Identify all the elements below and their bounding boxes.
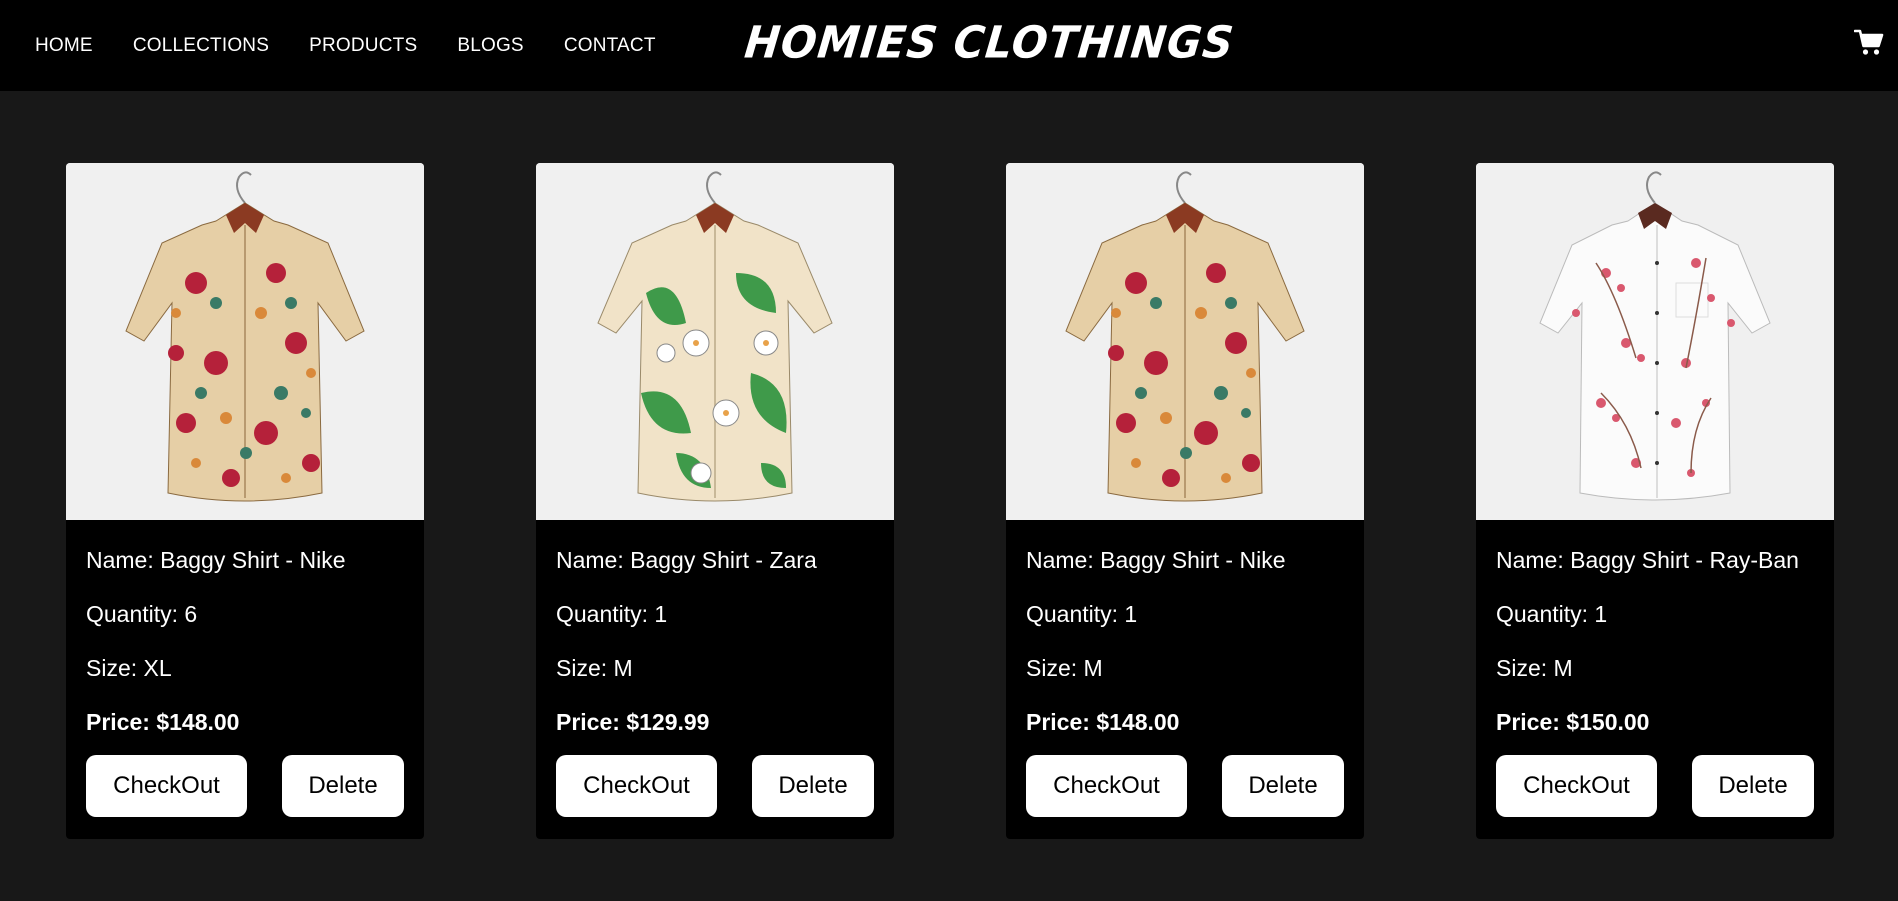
nav-link-home[interactable]: HOME [35,35,93,57]
cart-items: Name: Baggy Shirt - Nike Quantity: 6 Siz… [66,163,1834,839]
product-image [536,163,894,520]
delete-button[interactable]: Delete [1692,755,1814,817]
cart-item-card: Name: Baggy Shirt - Ray-Ban Quantity: 1 … [1476,163,1834,839]
product-size: Size: M [556,655,633,681]
product-quantity: Quantity: 1 [556,601,668,627]
product-name: Name: Baggy Shirt - Ray-Ban [1496,547,1799,573]
product-quantity: Quantity: 6 [86,601,198,627]
product-price: Price: $148.00 [86,709,240,735]
nav-link-collections[interactable]: COLLECTIONS [133,35,269,57]
product-name: Name: Baggy Shirt - Nike [86,547,346,573]
product-image [1476,163,1834,520]
checkout-button[interactable]: CheckOut [86,755,247,817]
product-name: Name: Baggy Shirt - Zara [556,547,817,573]
product-size: Size: M [1496,655,1573,681]
product-size: Size: XL [86,655,172,681]
nav-links: HOME COLLECTIONS PRODUCTS BLOGS CONTACT [35,0,696,91]
product-image [1006,163,1364,520]
product-quantity: Quantity: 1 [1026,601,1138,627]
brand-title: HOMIES CLOTHINGS [741,16,1237,69]
product-quantity: Quantity: 1 [1496,601,1608,627]
product-image [66,163,424,520]
delete-button[interactable]: Delete [282,755,404,817]
product-name: Name: Baggy Shirt - Nike [1026,547,1286,573]
cart-item-card: Name: Baggy Shirt - Nike Quantity: 6 Siz… [66,163,424,839]
checkout-button[interactable]: CheckOut [1496,755,1657,817]
product-price: Price: $148.00 [1026,709,1180,735]
checkout-button[interactable]: CheckOut [556,755,717,817]
shopping-cart-icon[interactable] [1853,27,1884,57]
delete-button[interactable]: Delete [1222,755,1344,817]
cart-item-card: Name: Baggy Shirt - Nike Quantity: 1 Siz… [1006,163,1364,839]
product-price: Price: $150.00 [1496,709,1650,735]
delete-button[interactable]: Delete [752,755,874,817]
nav-link-contact[interactable]: CONTACT [564,35,656,57]
navbar: HOME COLLECTIONS PRODUCTS BLOGS CONTACT … [0,0,1898,91]
cart-item-card: Name: Baggy Shirt - Zara Quantity: 1 Siz… [536,163,894,839]
product-size: Size: M [1026,655,1103,681]
checkout-button[interactable]: CheckOut [1026,755,1187,817]
product-price: Price: $129.99 [556,709,710,735]
nav-link-blogs[interactable]: BLOGS [457,35,523,57]
nav-link-products[interactable]: PRODUCTS [309,35,417,57]
